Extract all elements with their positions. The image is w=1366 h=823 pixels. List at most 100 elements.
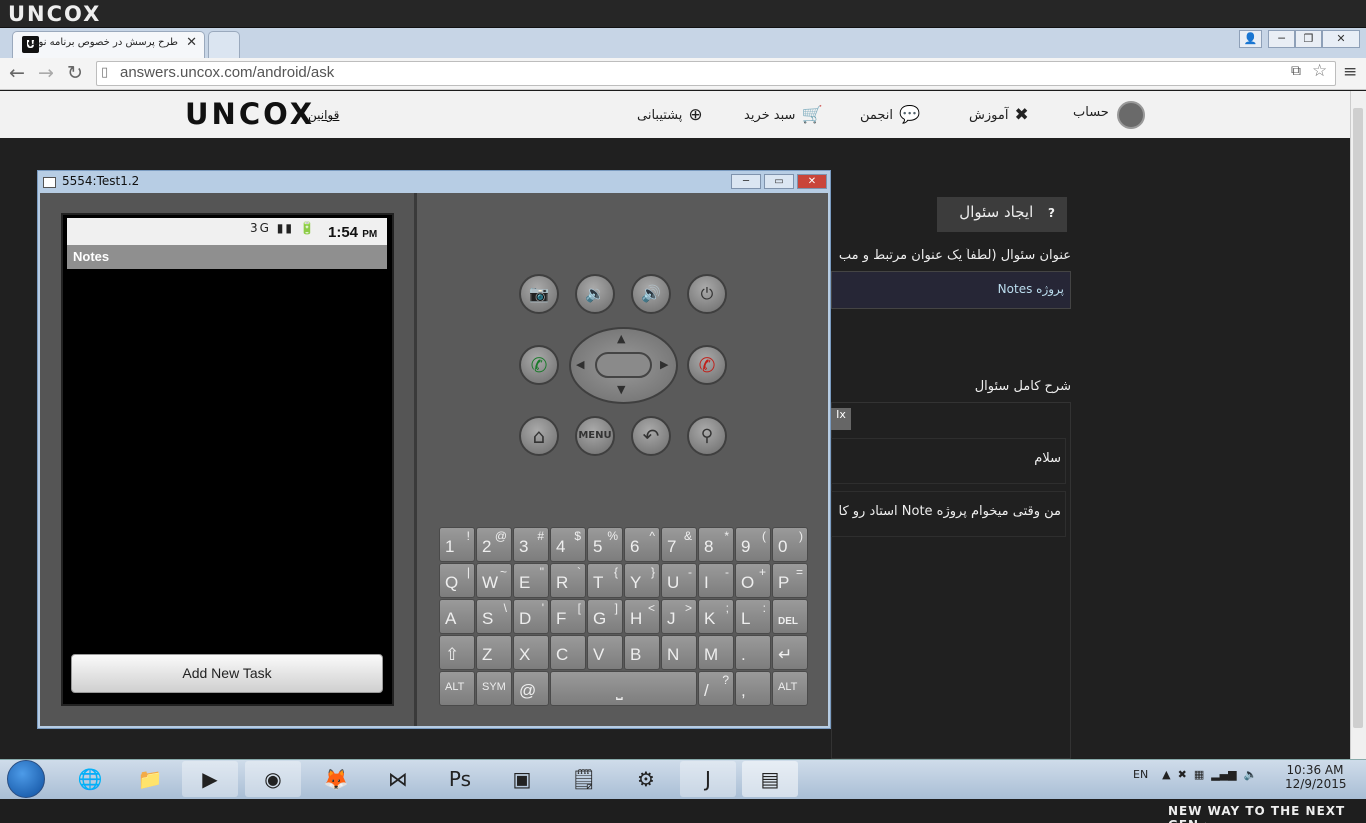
key[interactable]: Q | [439,563,475,598]
key[interactable]: N [661,635,697,670]
emulator-maximize-button[interactable]: ▭ [764,174,794,189]
key[interactable]: B [624,635,660,670]
restore-button[interactable]: ❐ [1295,30,1322,48]
key[interactable]: E " [513,563,549,598]
key[interactable]: C [550,635,586,670]
key[interactable]: J > [661,599,697,634]
end-call-button[interactable]: ✆ [687,345,727,385]
key[interactable]: DEL [772,599,808,634]
search-button[interactable]: ⚲ [687,416,727,456]
key[interactable]: K; [698,599,734,634]
key[interactable]: 7 & [661,527,697,562]
alt-key[interactable]: ALT [772,671,808,706]
editor-paragraph[interactable]: سلام [831,438,1066,484]
back-icon[interactable]: ← [9,62,25,84]
new-tab-button[interactable] [208,31,240,58]
dpad-left-icon[interactable]: ◀ [576,358,584,371]
forward-icon[interactable]: → [38,62,54,84]
key[interactable]: T{ [587,563,623,598]
key[interactable]: 5% [587,527,623,562]
key[interactable]: 1! [439,527,475,562]
key[interactable]: Y} [624,563,660,598]
site-logo[interactable]: UNCOX [185,97,315,131]
volume-up-button[interactable]: 🔊 [631,274,671,314]
key[interactable]: V [587,635,623,670]
minimize-button[interactable]: ─ [1268,30,1295,48]
key[interactable]: 8 * [698,527,734,562]
ie-icon[interactable]: 🌐 [62,761,118,797]
key[interactable]: L: [735,599,771,634]
nav-account[interactable]: حساب [1073,105,1109,120]
key[interactable]: M [698,635,734,670]
media-player-icon[interactable]: ▶ [182,761,238,797]
key[interactable]: ↵ [772,635,808,670]
nav-support[interactable]: ⊕ پشتیبانی [637,105,703,125]
visual-studio-icon[interactable]: ⋈ [370,761,426,797]
key[interactable]: 2 @ [476,527,512,562]
dpad-up-icon[interactable]: ▲ [617,332,625,345]
scrollbar-thumb[interactable] [1353,108,1363,728]
back-button[interactable]: ↶ [631,416,671,456]
key[interactable]: W ~ [476,563,512,598]
key[interactable]: 4 $ [550,527,586,562]
key[interactable]: S \ [476,599,512,634]
emulator-minimize-button[interactable]: ─ [731,174,761,189]
key[interactable]: G] [587,599,623,634]
firefox-icon[interactable]: 🦊 [308,761,364,797]
key[interactable]: 3 # [513,527,549,562]
intellij-icon[interactable]: J [680,761,736,797]
key[interactable]: ⇧ [439,635,475,670]
slash-key[interactable]: /? [698,671,734,706]
device-screen[interactable] [61,213,394,706]
rules-link[interactable]: قوانین [308,108,339,122]
volume-down-button[interactable]: 🔉 [575,274,615,314]
alt-key[interactable]: ALT [439,671,475,706]
add-new-task-button[interactable]: Add New Task [71,654,383,693]
tab-close-icon[interactable]: ✕ [186,35,197,50]
reload-icon[interactable]: ↻ [67,62,83,84]
comma-key[interactable]: , [735,671,771,706]
key[interactable]: Z [476,635,512,670]
camera-button[interactable]: 📷 [519,274,559,314]
clear-format-icon[interactable]: Ix [831,408,851,430]
close-window-button[interactable]: ✕ [1322,30,1360,48]
editor-paragraph[interactable]: من وقتی میخوام پروژه Note استاد رو کا [831,491,1066,537]
menu-button[interactable]: MENU [575,416,615,456]
key[interactable]: X [513,635,549,670]
key[interactable]: 6 ^ [624,527,660,562]
sticky-notes-icon[interactable]: 🗒 [556,761,612,797]
browser-tab[interactable]: U طرح پرسش در خصوص برنامه نویسی ✕ [12,31,205,58]
key[interactable]: D ' [513,599,549,634]
key[interactable]: F[ [550,599,586,634]
user-icon[interactable]: 👤 [1239,30,1262,48]
key[interactable]: 9( [735,527,771,562]
language-indicator[interactable]: EN [1133,768,1148,781]
explorer-icon[interactable]: 📁 [122,761,178,797]
key[interactable]: P = [772,563,808,598]
bookmark-star-icon[interactable]: ☆ [1312,61,1327,81]
nav-tutorials[interactable]: ✖ آموزش [969,105,1029,125]
photoshop-icon[interactable]: Ps [432,761,488,797]
dpad-down-icon[interactable]: ▼ [617,383,625,396]
start-button[interactable] [7,760,45,798]
key[interactable]: A [439,599,475,634]
translate-icon[interactable]: ⧉ [1291,63,1301,79]
emulator-close-button[interactable]: ✕ [797,174,827,189]
at-key[interactable]: @ [513,671,549,706]
avatar[interactable] [1117,101,1145,129]
dpad-center-button[interactable] [595,352,652,378]
key[interactable]: R ` [550,563,586,598]
sym-key[interactable]: SYM [476,671,512,706]
key[interactable]: . [735,635,771,670]
nav-cart[interactable]: 🛒 سبد خرید [744,105,823,125]
taskbar-clock[interactable]: 10:36 AM 12/9/2015 [1285,763,1347,791]
menu-icon[interactable]: ≡ [1343,62,1357,82]
key[interactable]: I- [698,563,734,598]
title-input[interactable]: پروژه Notes [831,271,1071,309]
key[interactable]: U- [661,563,697,598]
eclipse-icon[interactable]: ⚙ [618,761,674,797]
key[interactable]: 0) [772,527,808,562]
game-icon[interactable]: ▣ [494,761,550,797]
space-key[interactable]: ⎵ [550,671,697,706]
nav-forum[interactable]: 💬 انجمن [860,105,920,125]
